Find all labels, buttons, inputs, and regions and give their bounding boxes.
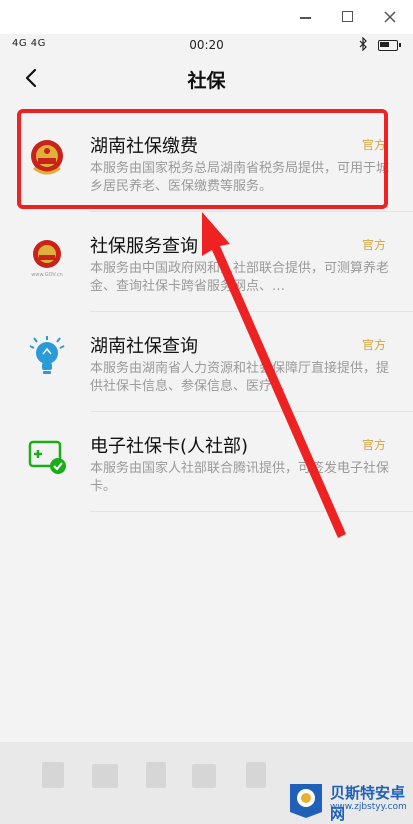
blur-block bbox=[92, 764, 118, 788]
watermark-logo-icon bbox=[290, 784, 322, 818]
blur-block bbox=[146, 762, 166, 788]
red-arrow-annotation bbox=[202, 212, 346, 538]
blur-block bbox=[192, 764, 216, 788]
blur-block bbox=[42, 762, 64, 788]
watermark-url: www.zjbstyy.com bbox=[330, 802, 407, 812]
blur-block bbox=[246, 762, 266, 788]
